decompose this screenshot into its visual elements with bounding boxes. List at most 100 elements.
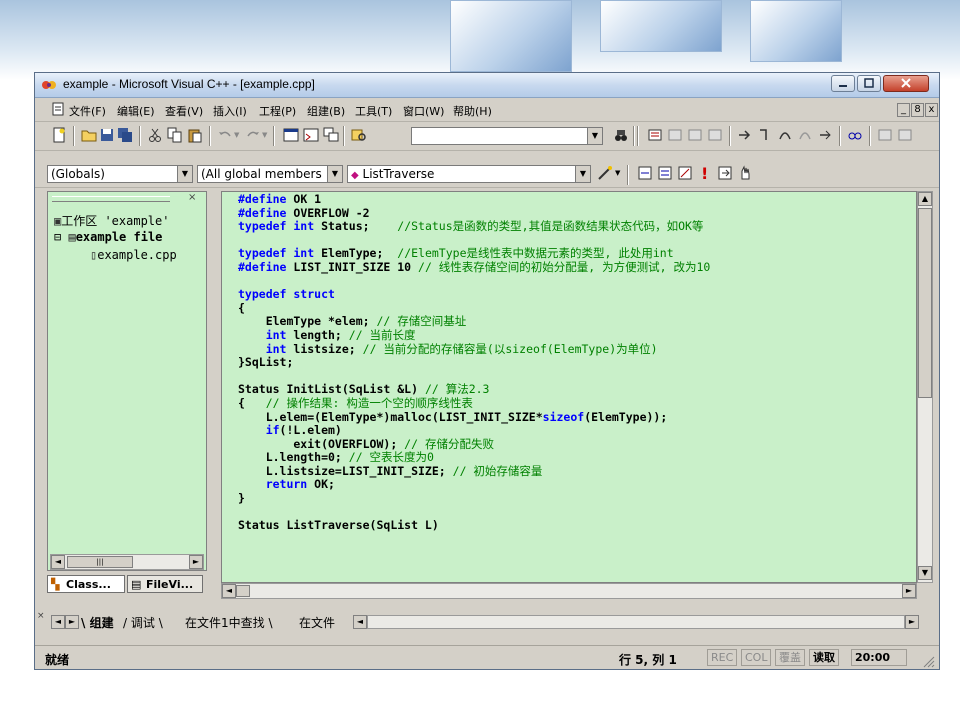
code-line[interactable]: #define LIST_INIT_SIZE 10 // 线性表存储空间的初始分…	[238, 260, 710, 275]
tab-scroll-right-button[interactable]: ►	[65, 615, 79, 629]
menu-view[interactable]: 查看(V)	[165, 103, 203, 119]
step-out-icon[interactable]	[797, 127, 813, 143]
code-line[interactable]	[238, 234, 710, 248]
code-line[interactable]: int listsize; // 当前分配的存储容量(以sizeof(ElemT…	[238, 342, 710, 357]
class-combo[interactable]: (Globals) ▼	[47, 165, 193, 183]
workspace-window-icon[interactable]	[283, 127, 299, 143]
scroll-left-button[interactable]: ◄	[51, 555, 65, 569]
mdi-close-button[interactable]: x	[925, 103, 938, 117]
step-over-icon[interactable]	[777, 127, 793, 143]
build-mini-icon[interactable]	[637, 165, 653, 181]
code-line[interactable]: return OK;	[238, 478, 710, 492]
paste-icon[interactable]	[187, 127, 203, 143]
tree-project[interactable]: ⊟ ▤example file	[54, 230, 162, 244]
step-into-icon[interactable]	[757, 127, 773, 143]
code-line[interactable]: L.listsize=LIST_INIT_SIZE; // 初始存储容量	[238, 464, 710, 479]
scroll-up-button[interactable]: ▲	[918, 192, 932, 206]
menu-insert[interactable]: 插入(I)	[213, 103, 247, 119]
build-icon[interactable]	[667, 127, 683, 143]
code-line[interactable]: if(!L.elem)	[238, 423, 710, 438]
code-line[interactable]: }	[238, 491, 710, 506]
title-bar[interactable]: example - Microsoft Visual C++ - [exampl…	[35, 73, 939, 98]
scroll-down-button[interactable]: ▼	[918, 566, 932, 580]
code-line[interactable]: {	[238, 301, 710, 316]
scroll-left-button[interactable]: ◄	[222, 584, 236, 598]
go-mini-icon[interactable]	[717, 165, 733, 181]
output-hscroll-track[interactable]	[367, 615, 905, 629]
code-line[interactable]: typedef int Status; //Status是函数的类型,其值是函数…	[238, 219, 710, 234]
code-line[interactable]: #define OK 1	[238, 192, 710, 207]
menu-build[interactable]: 组建(B)	[307, 103, 345, 119]
code-line[interactable]: }SqList;	[238, 355, 710, 370]
code-line[interactable]: L.length=0; // 空表长度为0	[238, 450, 710, 465]
tab-debug[interactable]: / 调试 \	[123, 614, 163, 631]
maximize-button[interactable]	[857, 75, 881, 92]
source-code[interactable]: #define OK 1 #define OVERFLOW -2 typedef i…	[238, 192, 710, 533]
new-file-icon[interactable]	[51, 127, 67, 143]
build-all-mini-icon[interactable]	[657, 165, 673, 181]
tab-build[interactable]: \ 组建	[81, 614, 114, 631]
code-line[interactable]: Status ListTraverse(SqList L)	[238, 518, 710, 533]
redo-dropdown-icon[interactable]: ▼	[262, 131, 267, 139]
stop-build-icon[interactable]	[687, 127, 703, 143]
output-pane-grip[interactable]: ×	[37, 611, 45, 621]
output-window-icon[interactable]	[303, 127, 319, 143]
stop-build-mini-icon[interactable]	[677, 165, 693, 181]
scroll-right-button[interactable]: ►	[189, 555, 203, 569]
save-all-icon[interactable]	[117, 127, 133, 143]
copy-icon[interactable]	[167, 127, 183, 143]
chevron-down-icon[interactable]: ▼	[327, 166, 342, 182]
find-icon[interactable]	[613, 127, 629, 143]
tab-find-in-files-1[interactable]: 在文件1中查找 \	[185, 614, 273, 631]
pane-close-icon[interactable]: ×	[188, 192, 196, 203]
tab-scroll-left-button[interactable]: ◄	[51, 615, 65, 629]
tab-find-in-files-2[interactable]: 在文件	[299, 614, 335, 631]
chevron-down-icon[interactable]: ▼	[587, 128, 602, 144]
registers-icon[interactable]	[897, 127, 913, 143]
menu-project[interactable]: 工程(P)	[259, 103, 296, 119]
workspace-hscroll[interactable]: ◄ ||| ►	[50, 554, 204, 570]
code-line[interactable]: typedef int ElemType; //ElemType是线性表中数据元…	[238, 247, 710, 261]
menu-file[interactable]: 文件(F)	[69, 103, 106, 119]
execute-program-icon[interactable]: !	[701, 164, 708, 183]
undo-dropdown-icon[interactable]: ▼	[234, 131, 239, 139]
editor-hscroll[interactable]: ◄ ►	[221, 583, 917, 599]
tree-root[interactable]: ▣工作区 'example'	[54, 212, 169, 229]
resize-grip-icon[interactable]	[921, 654, 935, 668]
code-line[interactable]	[238, 370, 710, 384]
redo-icon[interactable]	[245, 127, 261, 143]
scroll-right-button[interactable]: ►	[902, 584, 916, 598]
code-line[interactable]	[238, 275, 710, 289]
scroll-thumb[interactable]	[918, 208, 932, 398]
memory-icon[interactable]	[877, 127, 893, 143]
scroll-thumb[interactable]: |||	[67, 556, 133, 568]
scroll-left-button[interactable]: ◄	[353, 615, 367, 629]
code-line[interactable]	[238, 506, 710, 520]
code-line[interactable]: typedef struct	[238, 287, 710, 302]
mdi-minimize-button[interactable]: _	[897, 103, 910, 117]
minimize-button[interactable]	[831, 75, 855, 92]
close-button[interactable]	[883, 75, 929, 92]
open-folder-icon[interactable]	[81, 127, 97, 143]
scroll-thumb[interactable]	[236, 585, 250, 597]
member-combo[interactable]: ◆ ListTraverse ▼	[347, 165, 591, 183]
find-combo[interactable]: ▼	[411, 127, 603, 145]
quickwatch-icon[interactable]	[847, 127, 863, 143]
window-list-icon[interactable]	[323, 127, 339, 143]
compile-icon[interactable]	[647, 127, 663, 143]
menu-tools[interactable]: 工具(T)	[355, 103, 392, 119]
menu-help[interactable]: 帮助(H)	[453, 103, 492, 119]
code-line[interactable]: exit(OVERFLOW); // 存储分配失败	[238, 437, 710, 452]
scroll-right-button[interactable]: ►	[905, 615, 919, 629]
code-line[interactable]: int length; // 当前长度	[238, 328, 710, 343]
filter-combo[interactable]: (All global members ▼	[197, 165, 343, 183]
chevron-down-icon[interactable]: ▼	[575, 166, 590, 182]
code-editor[interactable]: #define OK 1 #define OVERFLOW -2 typedef i…	[221, 191, 917, 583]
chevron-down-icon[interactable]: ▼	[177, 166, 192, 182]
save-icon[interactable]	[99, 127, 115, 143]
code-line[interactable]: Status InitList(SqList &L) // 算法2.3	[238, 383, 710, 397]
tab-classview[interactable]: ▚ Class...	[47, 575, 125, 593]
menu-edit[interactable]: 编辑(E)	[117, 103, 155, 119]
menu-window[interactable]: 窗口(W)	[403, 103, 444, 119]
code-line[interactable]: ElemType *elem; // 存储空间基址	[238, 315, 710, 329]
